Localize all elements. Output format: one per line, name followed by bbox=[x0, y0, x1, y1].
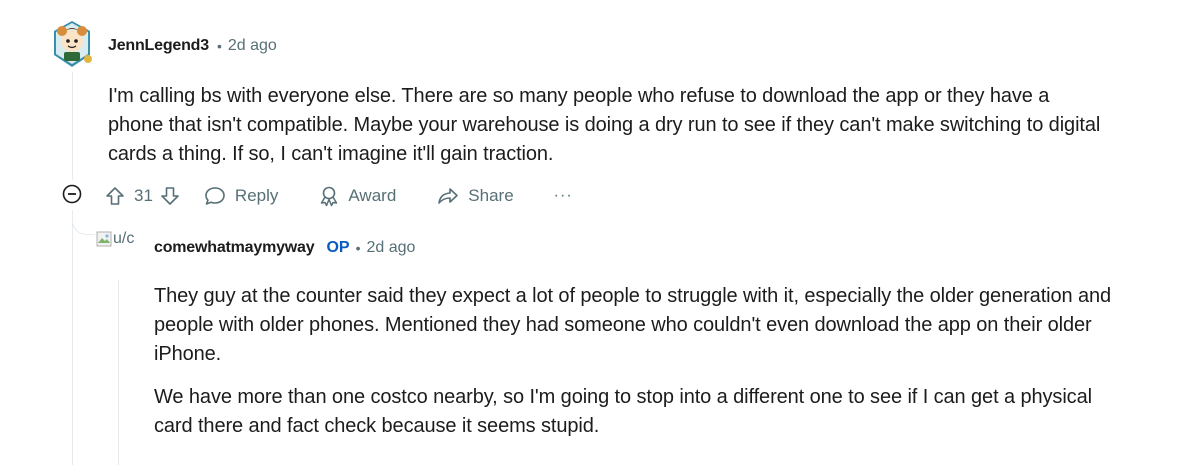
ellipsis-icon: ··· bbox=[553, 187, 573, 204]
comment-text: I'm calling bs with everyone else. There… bbox=[108, 85, 1101, 165]
comment-timestamp[interactable]: 2d ago bbox=[366, 239, 415, 257]
broken-image-icon bbox=[96, 231, 112, 247]
collapse-minus-icon bbox=[62, 184, 82, 204]
avatar[interactable] bbox=[50, 17, 94, 69]
share-label: Share bbox=[468, 186, 514, 205]
comment-timestamp[interactable]: 2d ago bbox=[228, 37, 277, 55]
award-label: Award bbox=[348, 186, 397, 205]
award-button[interactable]: Award bbox=[318, 185, 396, 207]
comment-author[interactable]: JennLegend3 bbox=[108, 37, 209, 55]
arrow-up-icon bbox=[106, 187, 124, 205]
collapse-thread-button[interactable] bbox=[62, 184, 82, 204]
award-ribbon-icon bbox=[321, 186, 338, 207]
share-arrow-icon bbox=[438, 188, 459, 204]
arrow-down-icon bbox=[161, 187, 179, 205]
comment-paragraph: We have more than one costco nearby, so … bbox=[154, 386, 1092, 437]
comment-action-bar: 31 Reply Award Share ··· bbox=[104, 180, 573, 212]
meta-separator: • bbox=[355, 240, 361, 256]
avatar[interactable]: u/c bbox=[96, 228, 146, 250]
reply-label: Reply bbox=[234, 186, 279, 205]
speech-bubble-icon bbox=[205, 187, 225, 205]
vote-count: 31 bbox=[134, 186, 153, 205]
op-badge: OP bbox=[326, 239, 350, 256]
reply-button[interactable]: Reply bbox=[203, 185, 278, 207]
comment-body: I'm calling bs with everyone else. There… bbox=[108, 82, 1108, 169]
thread-line-main bbox=[72, 72, 73, 180]
downvote-button[interactable] bbox=[159, 185, 181, 207]
upvote-button[interactable] bbox=[104, 185, 126, 207]
share-button[interactable]: Share bbox=[436, 185, 514, 207]
comment-meta: JennLegend3 • 2d ago bbox=[108, 37, 277, 55]
comment-author[interactable]: comewhatmaymyway bbox=[154, 239, 315, 257]
more-options-button[interactable]: ··· bbox=[554, 187, 573, 205]
comment-paragraph: They guy at the counter said they expect… bbox=[154, 285, 1112, 365]
avatar-snoo-icon bbox=[54, 21, 92, 67]
meta-separator: • bbox=[216, 38, 222, 54]
thread-line-reply bbox=[118, 280, 119, 465]
comment-meta: comewhatmaymyway OP • 2d ago bbox=[154, 239, 415, 257]
comment-body: They guy at the counter said they expect… bbox=[154, 282, 1114, 455]
avatar-alt-text: u/c bbox=[113, 230, 135, 247]
thread-connector bbox=[72, 214, 95, 235]
thread-line-main-lower bbox=[72, 210, 73, 465]
